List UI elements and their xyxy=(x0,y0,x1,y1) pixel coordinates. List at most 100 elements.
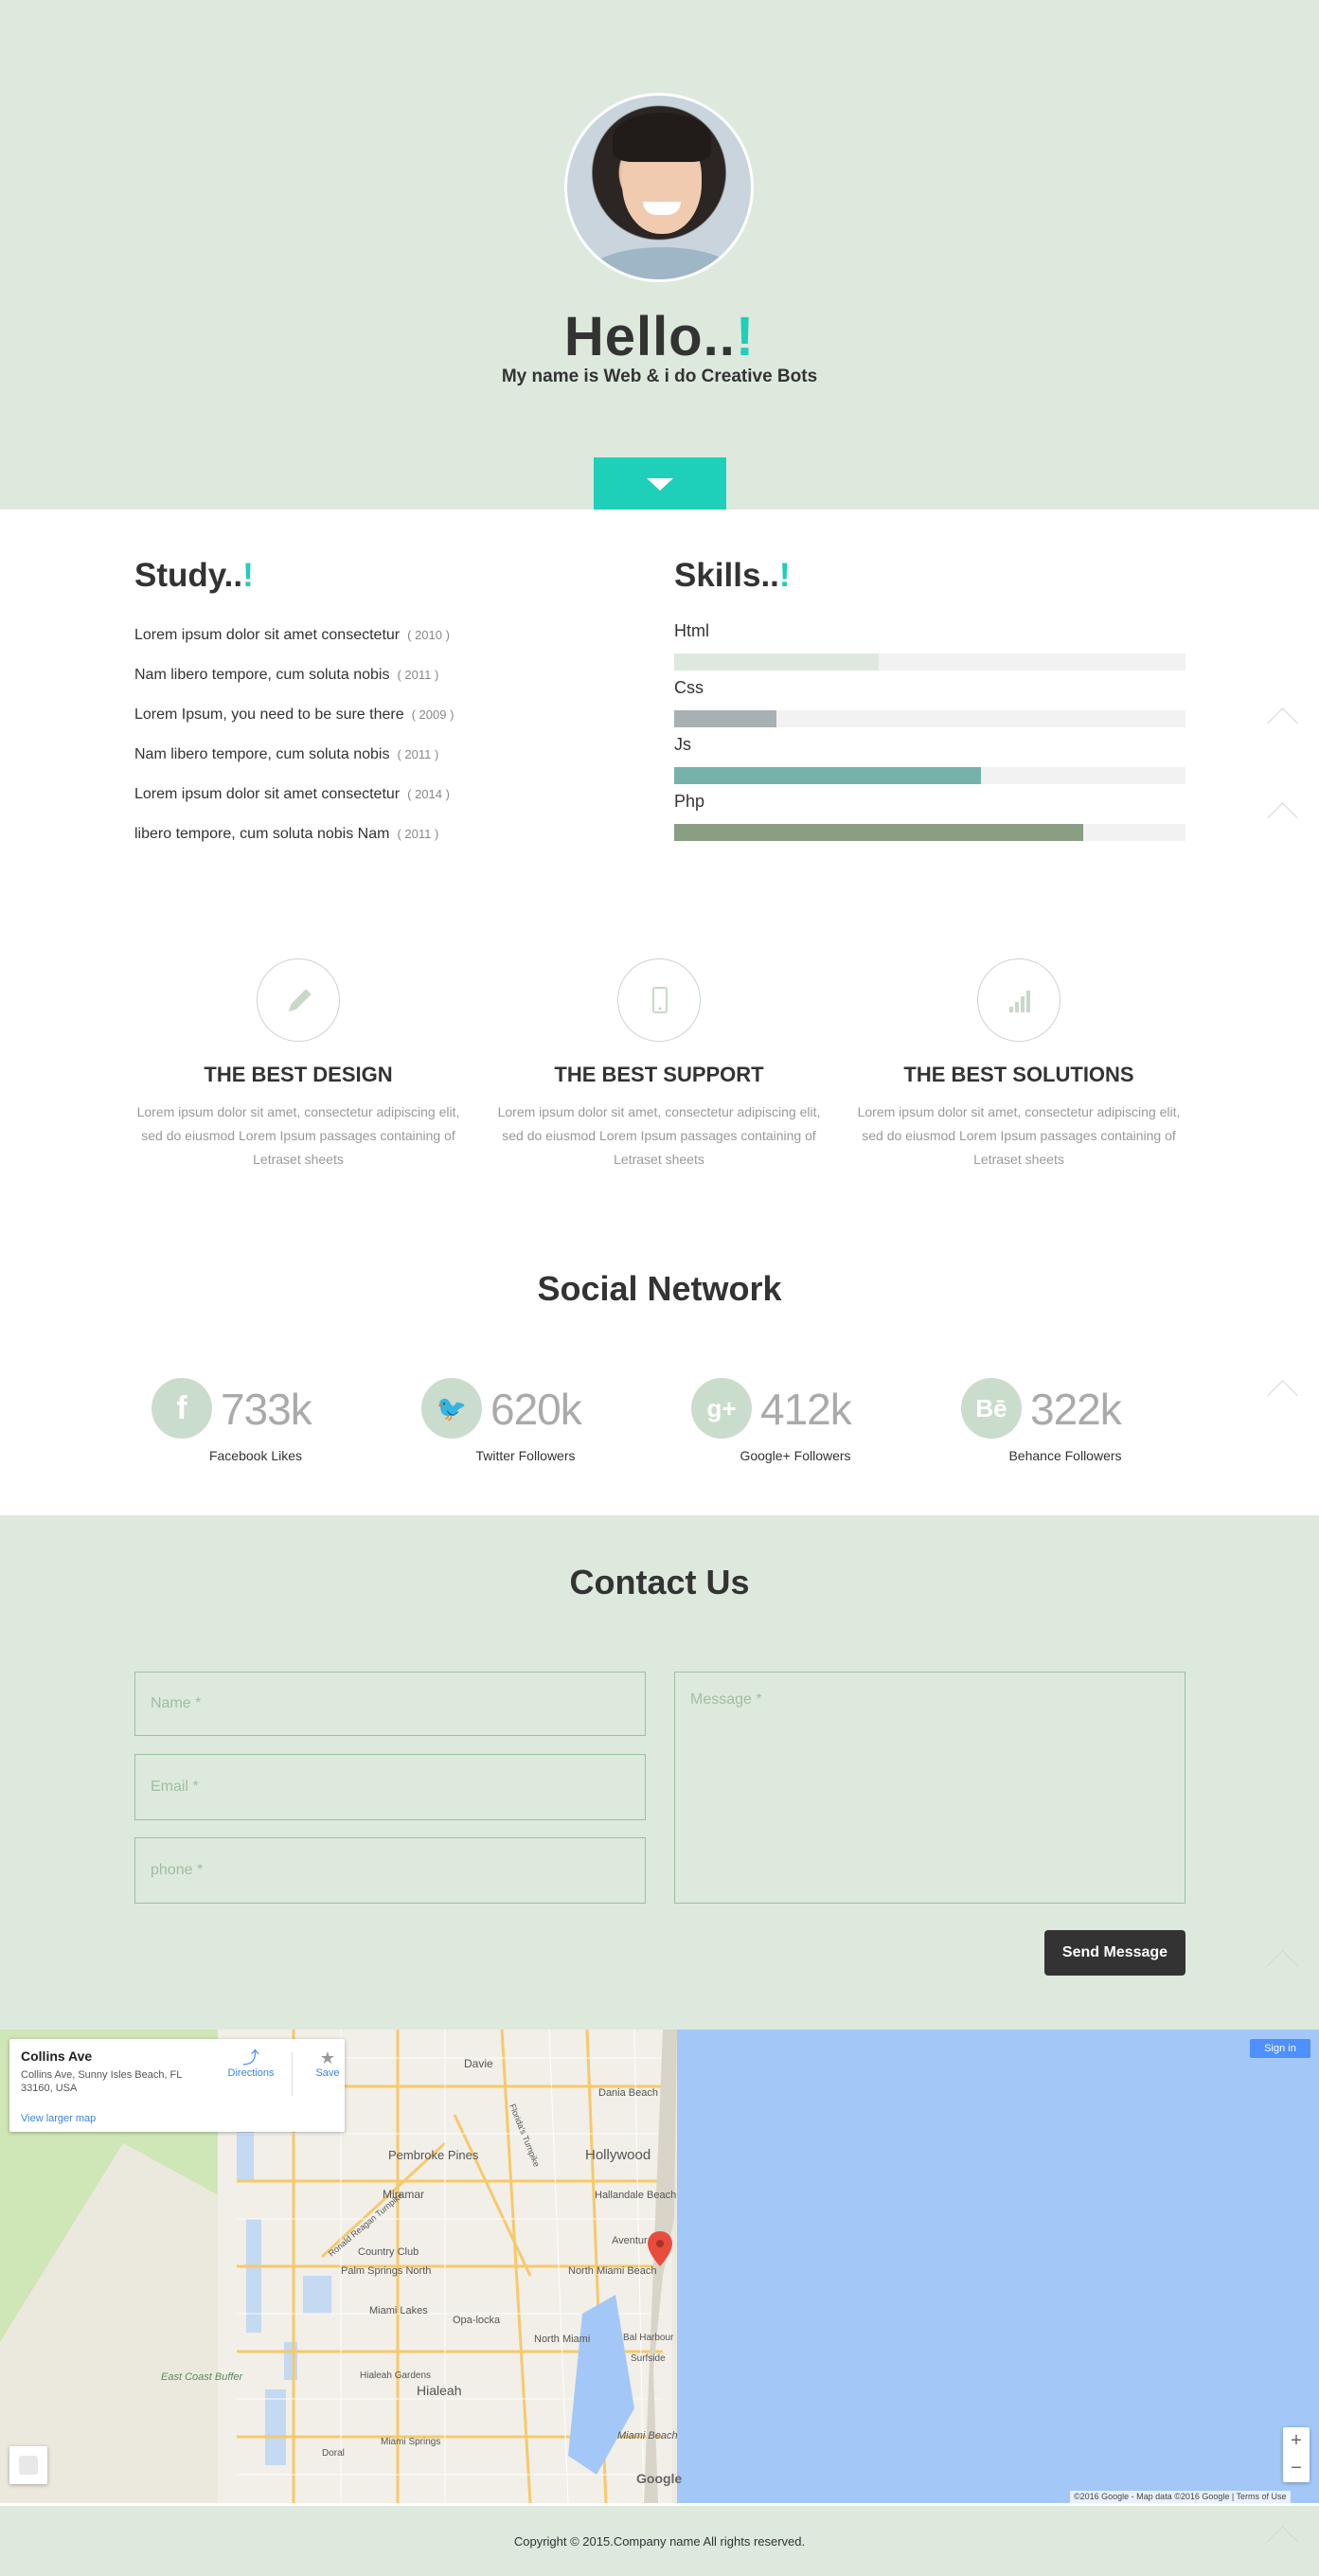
contact-section: Contact Us Send Message xyxy=(0,1515,1319,2030)
twitter-icon[interactable]: 🐦 xyxy=(421,1378,482,1439)
scroll-top-arrow-icon[interactable] xyxy=(1267,803,1299,820)
social-caption: Google+ Followers xyxy=(740,1448,851,1463)
social-stat[interactable]: g+ 412k Google+ Followers xyxy=(691,1378,956,1463)
social-caption: Behance Followers xyxy=(1008,1448,1122,1463)
feature-text: Lorem ipsum dolor sit amet, consectetur … xyxy=(857,1104,1181,1167)
place-title: Collins Ave xyxy=(21,2048,93,2064)
profile-avatar xyxy=(564,93,754,282)
signal-bars-icon xyxy=(977,958,1061,1042)
skill-label: Php xyxy=(674,792,705,811)
scroll-down-button[interactable] xyxy=(594,457,726,510)
skill-progress-track xyxy=(674,767,1185,784)
view-larger-map-link[interactable]: View larger map xyxy=(21,2113,96,2124)
social-stat[interactable]: f 733k Facebook Likes xyxy=(152,1378,417,1463)
pencil-icon xyxy=(257,958,340,1042)
study-item-year: ( 2014 ) xyxy=(407,787,450,801)
scroll-top-arrow-icon[interactable] xyxy=(1267,2527,1299,2544)
feature-title: THE BEST SUPPORT xyxy=(554,1063,764,1086)
skill-progress-fill xyxy=(674,710,776,727)
google-plus-icon[interactable]: g+ xyxy=(691,1378,752,1439)
study-title: Study..! xyxy=(134,557,254,594)
map-label: Hallandale Beach xyxy=(595,2190,676,2201)
map-label: Bal Harbour xyxy=(623,2333,674,2343)
study-item: Lorem Ipsum, you need to be sure there ( … xyxy=(134,707,627,746)
save-button[interactable]: ★ Save xyxy=(299,2048,356,2079)
social-title: Social Network xyxy=(537,1269,782,1308)
study-item-text: libero tempore, cum soluta nobis Nam xyxy=(134,826,390,842)
map-zoom-control: + − xyxy=(1283,2427,1310,2482)
skill-progress-fill xyxy=(674,767,981,784)
map-legal-text[interactable]: ©2016 Google - Map data ©2016 Google | T… xyxy=(1070,2491,1291,2503)
feature-design: THE BEST DESIGN Lorem ipsum dolor sit am… xyxy=(128,958,469,1172)
feature-support: THE BEST SUPPORT Lorem ipsum dolor sit a… xyxy=(489,958,829,1172)
street-view-pegman-icon[interactable] xyxy=(9,2446,47,2484)
send-message-button[interactable]: Send Message xyxy=(1044,1930,1185,1976)
study-item-text: Lorem ipsum dolor sit amet consectetur xyxy=(134,627,401,643)
social-count: 620k xyxy=(490,1385,582,1434)
scroll-top-arrow-icon[interactable] xyxy=(1267,708,1299,725)
facebook-icon[interactable]: f xyxy=(152,1378,212,1439)
email-field[interactable] xyxy=(134,1754,646,1820)
hero-title: Hello..! xyxy=(563,306,756,367)
zoom-in-button[interactable]: + xyxy=(1283,2427,1310,2455)
social-stat[interactable]: 🐦 620k Twitter Followers xyxy=(421,1378,686,1463)
avatar-shirt xyxy=(586,247,738,279)
feature-text: Lorem ipsum dolor sit amet, consectetur … xyxy=(497,1104,821,1167)
skill-label: Js xyxy=(674,735,691,754)
map-label: North Miami Beach xyxy=(568,2265,657,2277)
scroll-top-arrow-icon[interactable] xyxy=(1267,1381,1299,1398)
study-item-year: ( 2009 ) xyxy=(411,707,455,722)
skill-item: Php xyxy=(674,792,1185,849)
map-embed[interactable]: Davie Dania Beach Hollywood Pembroke Pin… xyxy=(0,2030,1319,2503)
card-divider xyxy=(292,2052,293,2096)
map-place-card: Collins Ave Collins Ave, Sunny Isles Bea… xyxy=(9,2039,345,2132)
message-field[interactable] xyxy=(674,1672,1185,1904)
map-label: Dania Beach xyxy=(598,2087,658,2099)
social-stat[interactable]: Bē 322k Behance Followers xyxy=(961,1378,1226,1463)
hero-section: Hello..! My name is Web & i do Creative … xyxy=(0,0,1319,510)
skill-progress-track xyxy=(674,710,1185,727)
map-label: Hialeah xyxy=(417,2383,461,2398)
skill-item: Css xyxy=(674,678,1185,735)
mobile-icon xyxy=(617,958,701,1042)
feature-solutions: THE BEST SOLUTIONS Lorem ipsum dolor sit… xyxy=(848,958,1189,1172)
study-item: Nam libero tempore, cum soluta nobis ( 20… xyxy=(134,746,627,786)
skill-progress-track xyxy=(674,824,1185,841)
social-count: 322k xyxy=(1030,1385,1122,1434)
map-label: Palm Springs North xyxy=(341,2265,431,2277)
study-item-text: Lorem ipsum dolor sit amet consectetur xyxy=(134,786,401,802)
feature-title: THE BEST SOLUTIONS xyxy=(903,1063,1134,1086)
directions-icon: ⤴ xyxy=(242,2048,259,2067)
study-item-year: ( 2011 ) xyxy=(397,747,439,761)
map-label: Doral xyxy=(322,2448,345,2459)
place-address: Collins Ave, Sunny Isles Beach, FL 33160… xyxy=(21,2069,182,2094)
skill-progress-track xyxy=(674,653,1185,671)
map-label: Pembroke Pines xyxy=(388,2148,479,2162)
map-label: Miami Springs xyxy=(381,2437,440,2447)
map-sign-in-button[interactable]: Sign in xyxy=(1250,2039,1310,2058)
behance-icon[interactable]: Bē xyxy=(961,1378,1022,1439)
map-label: Country Club xyxy=(358,2246,419,2258)
map-label: East Coast Buffer xyxy=(161,2371,244,2383)
caret-down-icon xyxy=(647,478,673,491)
study-item-year: ( 2011 ) xyxy=(397,827,439,841)
scroll-top-arrow-icon[interactable] xyxy=(1267,1951,1299,1968)
google-logo: Google xyxy=(636,2471,683,2486)
zoom-out-button[interactable]: − xyxy=(1283,2455,1310,2482)
map-label: North Miami xyxy=(534,2334,590,2345)
directions-button[interactable]: ⤴ Directions xyxy=(223,2048,279,2079)
copyright-text: Copyright © 2015.Company name All rights… xyxy=(513,2534,806,2549)
skill-item: Js xyxy=(674,735,1185,792)
avatar-hair xyxy=(613,113,711,162)
social-count: 733k xyxy=(221,1385,312,1434)
skill-progress-fill xyxy=(674,653,879,671)
study-item-year: ( 2010 ) xyxy=(407,628,450,642)
social-caption: Twitter Followers xyxy=(475,1448,576,1463)
skill-label: Css xyxy=(674,678,704,697)
skills-list: Html Css Js Php xyxy=(674,621,1185,849)
map-label: Hollywood xyxy=(585,2147,651,2163)
study-item-year: ( 2011 ) xyxy=(397,668,439,682)
name-field[interactable] xyxy=(134,1672,646,1736)
phone-field[interactable] xyxy=(134,1837,646,1904)
study-item: Lorem ipsum dolor sit amet consectetur ( … xyxy=(134,627,627,667)
